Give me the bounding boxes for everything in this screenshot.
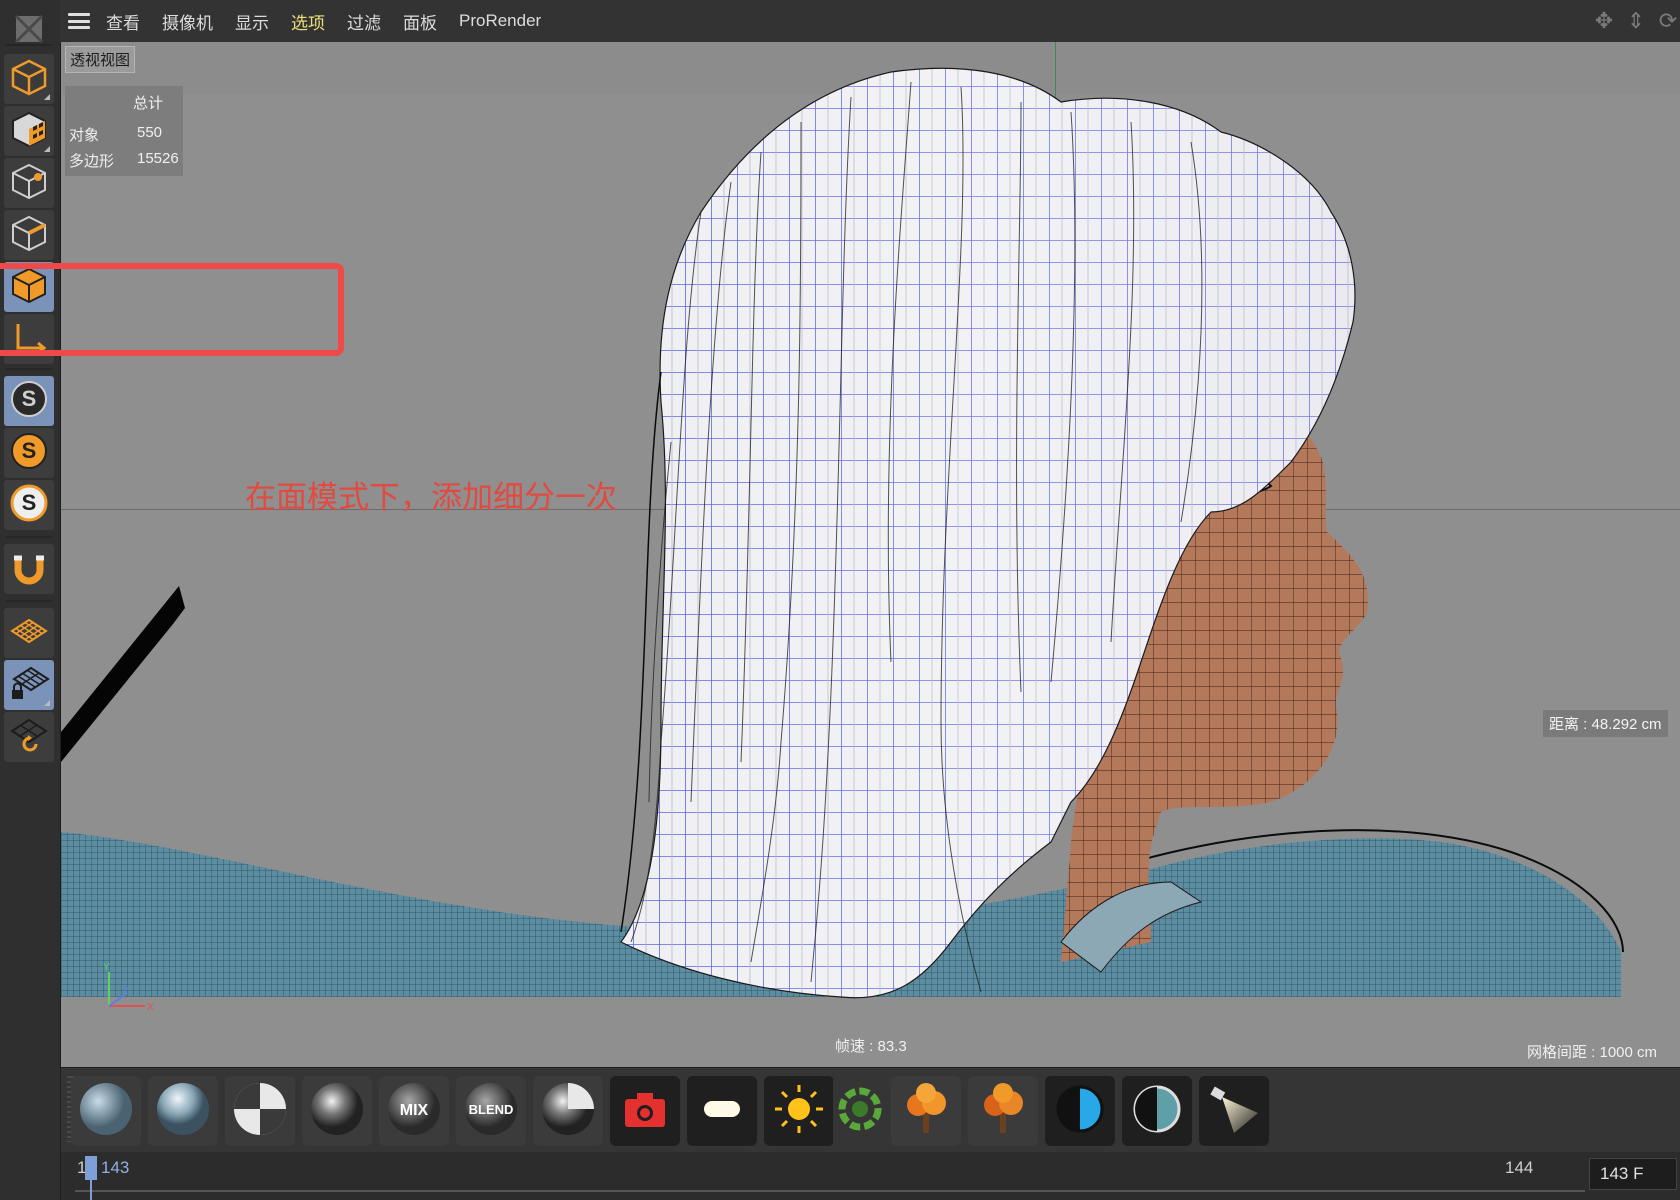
menu-filter[interactable]: 过滤 <box>347 9 381 34</box>
workplane-button[interactable] <box>4 608 54 658</box>
tree-alt-button[interactable] <box>968 1076 1038 1146</box>
sun-light-button[interactable] <box>764 1076 834 1146</box>
contrast-alt-button[interactable] <box>1122 1076 1192 1146</box>
spotlight-button[interactable] <box>1199 1076 1269 1146</box>
snap-magnet-icon <box>8 546 50 593</box>
contrast-alt-icon <box>1127 1079 1187 1144</box>
stick-object <box>61 586 185 762</box>
stats-header: 总计 <box>133 95 164 112</box>
mix-material-icon: MIX <box>384 1079 444 1144</box>
mix-material-button[interactable]: MIX <box>379 1076 449 1146</box>
hamburger-menu-icon[interactable] <box>68 13 90 29</box>
point-mode-icon <box>8 160 50 207</box>
timeline-current-frame: 143 <box>101 1158 130 1177</box>
current-frame-field[interactable]: 143 F <box>1589 1158 1677 1190</box>
left-toolbar: S S S <box>0 0 61 1200</box>
environment-button[interactable] <box>833 1076 887 1146</box>
workplane-rotate-icon <box>8 714 50 761</box>
stats-objects-value: 550 <box>137 124 163 141</box>
stats-objects-label: 对象 <box>69 127 100 144</box>
edge-mode-icon <box>8 212 50 259</box>
menu-options[interactable]: 选项 <box>291 9 325 34</box>
split-material-button[interactable] <box>533 1076 603 1146</box>
environment-icon <box>830 1079 890 1144</box>
contrast-icon <box>1050 1079 1110 1144</box>
blend-material-button[interactable]: BLEND <box>456 1076 526 1146</box>
camera-icon <box>615 1079 675 1144</box>
app-logo-icon <box>4 4 54 54</box>
sun-light-icon <box>769 1079 829 1144</box>
point-mode-button[interactable] <box>4 158 54 208</box>
workplane-icon <box>8 610 50 657</box>
orbit-icon[interactable]: ⟳ <box>1656 8 1680 34</box>
svg-text:Y: Y <box>103 962 110 973</box>
axis-gizmo-icon: Y X Z <box>103 962 154 1013</box>
solo-single-button[interactable]: S <box>4 428 54 478</box>
menu-panel[interactable]: 面板 <box>403 9 437 34</box>
svg-text:S: S <box>22 490 37 515</box>
material-sphere-icon <box>76 1079 136 1144</box>
fps-readout: 帧速 : 83.3 <box>835 1038 907 1055</box>
blend-label: BLEND <box>469 1102 514 1117</box>
area-light-button[interactable] <box>687 1076 757 1146</box>
grid-spacing-readout: 网格间距 : 1000 cm <box>1527 1044 1658 1061</box>
svg-text:S: S <box>22 386 37 411</box>
solo-hierarchy-icon: S <box>8 482 50 529</box>
svg-text:Z: Z <box>123 986 129 997</box>
menu-display[interactable]: 显示 <box>235 9 269 34</box>
checker-material-button[interactable] <box>225 1076 295 1146</box>
perspective-viewport[interactable]: 透视视图 总计 对象 550 多边形 15526 在面模式下，添加细分一次 距离… <box>61 42 1680 1067</box>
blend-material-icon: BLEND <box>461 1079 521 1144</box>
menu-view[interactable]: 查看 <box>106 9 140 34</box>
split-sphere-icon <box>538 1079 598 1144</box>
stats-polygons-label: 多边形 <box>69 153 115 170</box>
glass-material-button[interactable] <box>148 1076 218 1146</box>
menu-prorender[interactable]: ProRender <box>459 11 541 31</box>
timeline-end-frame: 144 <box>1505 1158 1534 1177</box>
camera-button[interactable] <box>610 1076 680 1146</box>
stats-polygons-value: 15526 <box>137 150 179 167</box>
solo-single-icon: S <box>8 430 50 477</box>
distance-readout: 距离 : 48.292 cm <box>1543 710 1668 737</box>
cinema4d-window: S S S 查看 摄像机 显示 选项 过滤 面板 ProRender ✥ ⇕ ⟳… <box>0 0 1680 1200</box>
tutorial-annotation: 在面模式下，添加细分一次 <box>245 480 617 515</box>
tree-button[interactable] <box>891 1076 961 1146</box>
edge-mode-button[interactable] <box>4 210 54 260</box>
solo-off-button[interactable]: S <box>4 376 54 426</box>
material-button[interactable] <box>71 1076 141 1146</box>
locked-workplane-button[interactable] <box>4 660 54 710</box>
scene-stats-panel: 总计 对象 550 多边形 15526 <box>65 86 183 176</box>
tree-alt-icon <box>973 1079 1033 1144</box>
model-mode-button[interactable] <box>4 54 54 104</box>
scene-render <box>61 67 1624 999</box>
spotlight-icon <box>1204 1079 1264 1144</box>
chrome-sphere-icon <box>307 1079 367 1144</box>
pan-icon[interactable]: ✥ <box>1592 8 1616 34</box>
highlight-box <box>0 263 344 356</box>
viewport-menubar: 查看 摄像机 显示 选项 过滤 面板 ProRender ✥ ⇕ ⟳ <box>60 0 1680 43</box>
mix-label: MIX <box>400 1102 429 1119</box>
material-shelf: MIX BLEND <box>61 1067 1680 1152</box>
viewport-title[interactable]: 透视视图 <box>65 46 136 73</box>
svg-text:X: X <box>147 1002 154 1013</box>
texture-mode-button[interactable] <box>4 106 54 156</box>
workplane-rotate-button[interactable] <box>4 712 54 762</box>
snap-button[interactable] <box>4 544 54 594</box>
contrast-button[interactable] <box>1045 1076 1115 1146</box>
dolly-icon[interactable]: ⇕ <box>1624 8 1648 34</box>
timeline-playhead[interactable] <box>85 1156 97 1200</box>
solo-hierarchy-button[interactable]: S <box>4 480 54 530</box>
solo-off-icon: S <box>8 378 50 425</box>
svg-text:S: S <box>22 438 37 463</box>
area-light-icon <box>692 1079 752 1144</box>
glass-sphere-icon <box>153 1079 213 1144</box>
chrome-material-button[interactable] <box>302 1076 372 1146</box>
timeline-track[interactable] <box>75 1190 1585 1192</box>
timeline[interactable]: 1 143 144 143 F <box>61 1152 1680 1200</box>
checker-sphere-icon <box>230 1079 290 1144</box>
viewport-nav-controls: ✥ ⇕ ⟳ <box>1592 8 1680 34</box>
menu-camera[interactable]: 摄像机 <box>162 9 213 34</box>
tree-icon <box>896 1079 956 1144</box>
